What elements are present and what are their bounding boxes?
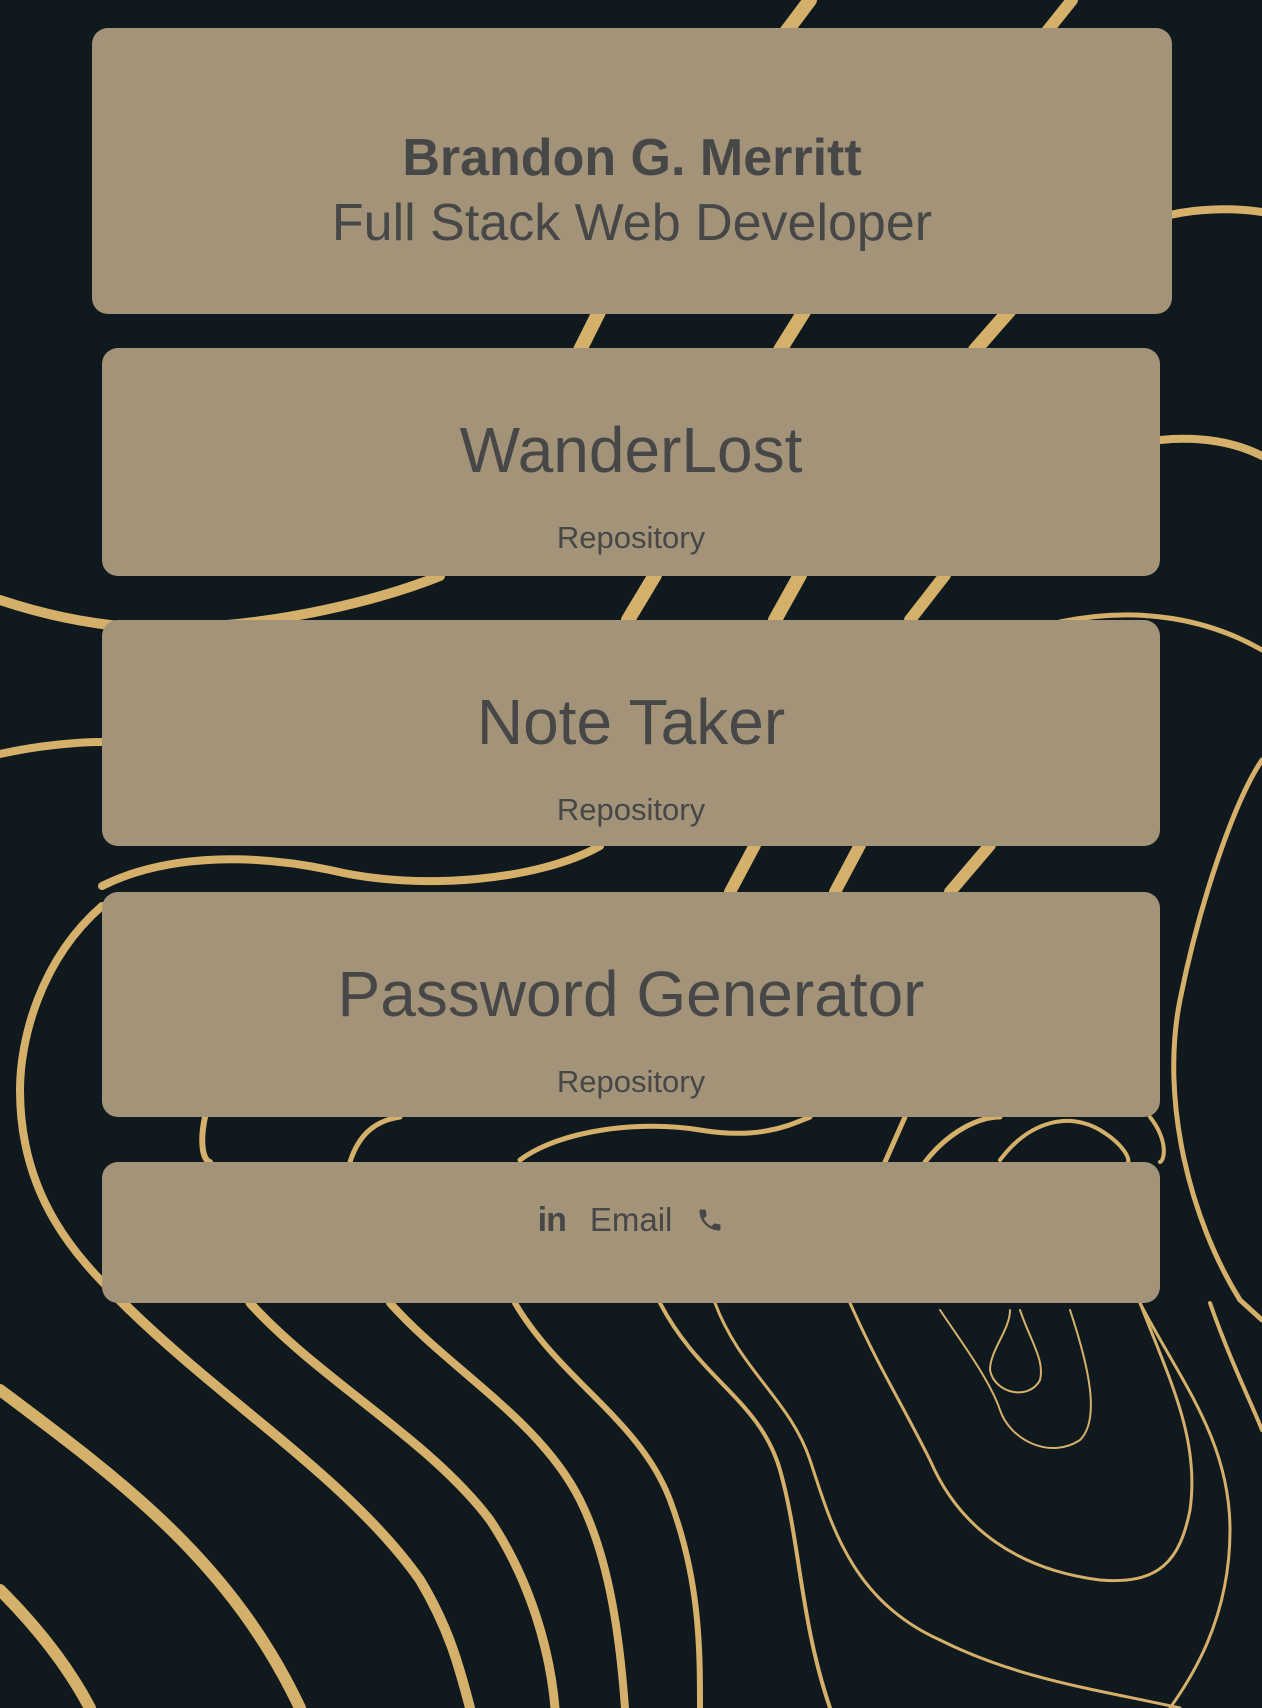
project-title: Password Generator — [337, 958, 925, 1030]
phone-icon[interactable] — [696, 1205, 724, 1235]
repository-link[interactable]: Repository — [102, 1064, 1160, 1100]
header-card: Brandon G. Merritt Full Stack Web Develo… — [92, 28, 1172, 314]
repository-link[interactable]: Repository — [102, 792, 1160, 828]
developer-name: Brandon G. Merritt — [402, 129, 862, 187]
project-card-note-taker: Note Taker Repository — [102, 620, 1160, 846]
project-card-wanderlost: WanderLost Repository — [102, 348, 1160, 576]
project-card-password-generator: Password Generator Repository — [102, 892, 1160, 1117]
email-link[interactable]: Email — [590, 1201, 673, 1239]
project-title: Note Taker — [476, 686, 786, 758]
contact-links: in Email — [102, 1198, 1160, 1242]
project-title: WanderLost — [459, 414, 803, 486]
linkedin-icon[interactable]: in — [538, 1201, 567, 1240]
contact-card: in Email — [102, 1162, 1160, 1303]
developer-role: Full Stack Web Developer — [331, 194, 933, 252]
repository-link[interactable]: Repository — [102, 520, 1160, 556]
